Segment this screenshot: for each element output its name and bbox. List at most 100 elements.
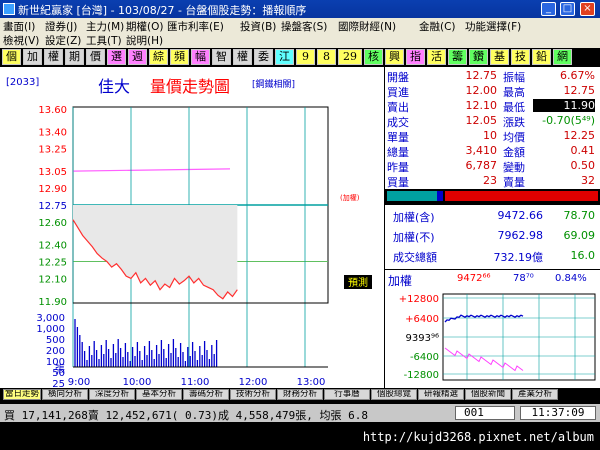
toolbar-button[interactable]: 鑽 xyxy=(469,49,488,65)
volume-tick-label: 1,000 xyxy=(36,324,65,335)
toolbar-button[interactable]: 興 xyxy=(385,49,404,65)
price-tick-label: 11.90 xyxy=(38,297,67,308)
price-tick-label: 13.25 xyxy=(38,145,67,156)
mini-y-tick-label: +12800 xyxy=(399,294,439,305)
tab-8[interactable]: 個股總覽 xyxy=(371,389,417,400)
toolbar-button[interactable]: 指 xyxy=(406,49,425,65)
quote-label: 最低 xyxy=(503,101,525,114)
status-bar: 買 17,141,268賣 12,452,671( 0.73)成 4,558,4… xyxy=(0,404,600,422)
maximize-button[interactable]: □ xyxy=(560,2,575,16)
quote-value: 23 xyxy=(483,174,497,187)
minimize-button[interactable]: _ xyxy=(541,2,556,16)
toolbar-button[interactable]: 價 xyxy=(86,49,105,65)
index-value: 9472.66 xyxy=(497,209,544,222)
menu-item[interactable]: 金融(C) xyxy=(419,19,456,34)
quote-label: 買量 xyxy=(387,176,409,189)
menu-item[interactable]: 設定(Z) xyxy=(45,33,81,48)
index-value: 16.0 xyxy=(570,249,596,262)
mini-index-value: 9472⁶⁶ xyxy=(457,273,491,284)
index-label: 加權(不) xyxy=(393,231,435,244)
quote-label: 賣出 xyxy=(387,101,409,114)
menu-item[interactable]: 國際財經(N) xyxy=(338,19,396,34)
clock: 11:37:09 xyxy=(520,406,596,420)
tab-5[interactable]: 技術分析 xyxy=(230,389,276,400)
toolbar-button[interactable]: 網 xyxy=(553,49,572,65)
quote-value: 12.00 xyxy=(465,84,498,97)
toolbar-button[interactable]: 核 xyxy=(364,49,383,65)
time-tick-label: 9:00 xyxy=(68,377,90,388)
quote-value: 32 xyxy=(581,174,595,187)
toolbar-button[interactable]: 權 xyxy=(44,49,63,65)
toolbar-button[interactable]: 智 xyxy=(212,49,231,65)
reference-label: (加權) xyxy=(340,193,360,202)
volume-tick-label: 25 xyxy=(52,379,65,388)
price-volume-chart: 13.60 13.40 13.25 13.05 12.90 12.75 12.60 12.40… xyxy=(36,105,372,388)
volume-tick-label: 500 xyxy=(46,335,65,346)
analysis-tabs: 當日走勢 橫向分析 深度分析 基本分析 籌碼分析 技術分析 財務分析 行事曆 個股總覽 研報精選個… xyxy=(0,388,600,401)
menu-item[interactable]: 說明(H) xyxy=(126,33,163,48)
toolbar-button[interactable]: 29 xyxy=(338,49,362,65)
menu-item[interactable]: 主力(M) xyxy=(86,19,124,34)
prealert-label[interactable]: 預測 xyxy=(348,276,368,289)
menu-item[interactable]: 期權(O) xyxy=(126,19,163,34)
tab-11[interactable]: 產業分析 xyxy=(512,389,558,400)
tab-1[interactable]: 橫向分析 xyxy=(42,389,88,400)
toolbar-button[interactable]: 權 xyxy=(233,49,252,65)
menu-item[interactable]: 匯市利率(E) xyxy=(167,19,224,34)
quote-label: 成交 xyxy=(387,116,409,129)
menu-item[interactable]: 投資(B) xyxy=(240,19,276,34)
close-button[interactable]: × xyxy=(580,2,595,16)
toolbar-button[interactable]: 活 xyxy=(427,49,446,65)
toolbar-button[interactable]: 籌 xyxy=(448,49,467,65)
quote-label: 振幅 xyxy=(503,71,525,84)
tab-4[interactable]: 籌碼分析 xyxy=(183,389,229,400)
toolbar-button[interactable]: 期 xyxy=(65,49,84,65)
tab-0[interactable]: 當日走勢 xyxy=(3,389,41,400)
price-tick-label: 12.75 xyxy=(38,201,67,212)
toolbar-button[interactable]: 9 xyxy=(296,49,315,65)
stock-code: [2033] xyxy=(6,77,40,88)
toolbar-button[interactable]: 選 xyxy=(107,49,126,65)
index-label: 加權(含) xyxy=(393,211,435,224)
menu-bar: 畫面(I) 證券(J) 主力(M) 期權(O) 匯市利率(E) 投資(B) 操盤… xyxy=(0,18,600,48)
tab-6[interactable]: 財務分析 xyxy=(277,389,323,400)
price-tick-label: 13.05 xyxy=(38,167,67,178)
page-code[interactable]: 001 xyxy=(455,406,515,420)
toolbar-button[interactable]: 個 xyxy=(2,49,21,65)
toolbar-button[interactable]: 委 xyxy=(254,49,273,65)
time-tick-label: 13:00 xyxy=(297,377,326,388)
quote-label: 均價 xyxy=(503,131,525,144)
chart-panel: 13.60 13.40 13.25 13.05 12.90 12.75 12.60 12.40… xyxy=(0,67,384,388)
toolbar-button[interactable]: 加 xyxy=(23,49,42,65)
volume-tick-label: 200 xyxy=(46,346,65,357)
toolbar-button[interactable]: 江 xyxy=(275,49,294,65)
menu-item[interactable]: 工具(T) xyxy=(86,33,122,48)
tab-9[interactable]: 研報精選 xyxy=(418,389,464,400)
toolbar-button[interactable]: 鉛 xyxy=(532,49,551,65)
tab-7[interactable]: 行事曆 xyxy=(324,389,370,400)
mini-index-pct: 0.84% xyxy=(555,273,587,284)
time-tick-label: 11:00 xyxy=(181,377,210,388)
toolbar-button[interactable]: 8 xyxy=(317,49,336,65)
menu-item[interactable]: 操盤客(S) xyxy=(281,19,327,34)
quote-label: 漲跌 xyxy=(503,116,525,129)
tab-10[interactable]: 個股新聞 xyxy=(465,389,511,400)
tab-2[interactable]: 深度分析 xyxy=(89,389,135,400)
industry-tag[interactable]: [鋼鐵相關] xyxy=(252,77,295,90)
toolbar-button[interactable]: 綜 xyxy=(149,49,168,65)
toolbar-button[interactable]: 週 xyxy=(128,49,147,65)
toolbar-button[interactable]: 技 xyxy=(511,49,530,65)
quote-value: 0.41 xyxy=(570,144,596,157)
toolbar-button[interactable]: 頻 xyxy=(170,49,189,65)
toolbar-button[interactable]: 幅 xyxy=(191,49,210,65)
menu-item[interactable]: 證券(J) xyxy=(45,19,77,34)
menu-item[interactable]: 檢視(V) xyxy=(3,33,39,48)
menu-item[interactable]: 功能選擇(F) xyxy=(465,19,521,34)
index-value: 69.09 xyxy=(563,229,596,242)
menu-item[interactable]: 畫面(I) xyxy=(3,19,35,34)
quote-value: 12.10 xyxy=(465,99,498,112)
tab-3[interactable]: 基本分析 xyxy=(136,389,182,400)
toolbar-button[interactable]: 基 xyxy=(490,49,509,65)
price-tick-label: 12.60 xyxy=(38,218,67,229)
quote-value: 12.75 xyxy=(563,84,596,97)
